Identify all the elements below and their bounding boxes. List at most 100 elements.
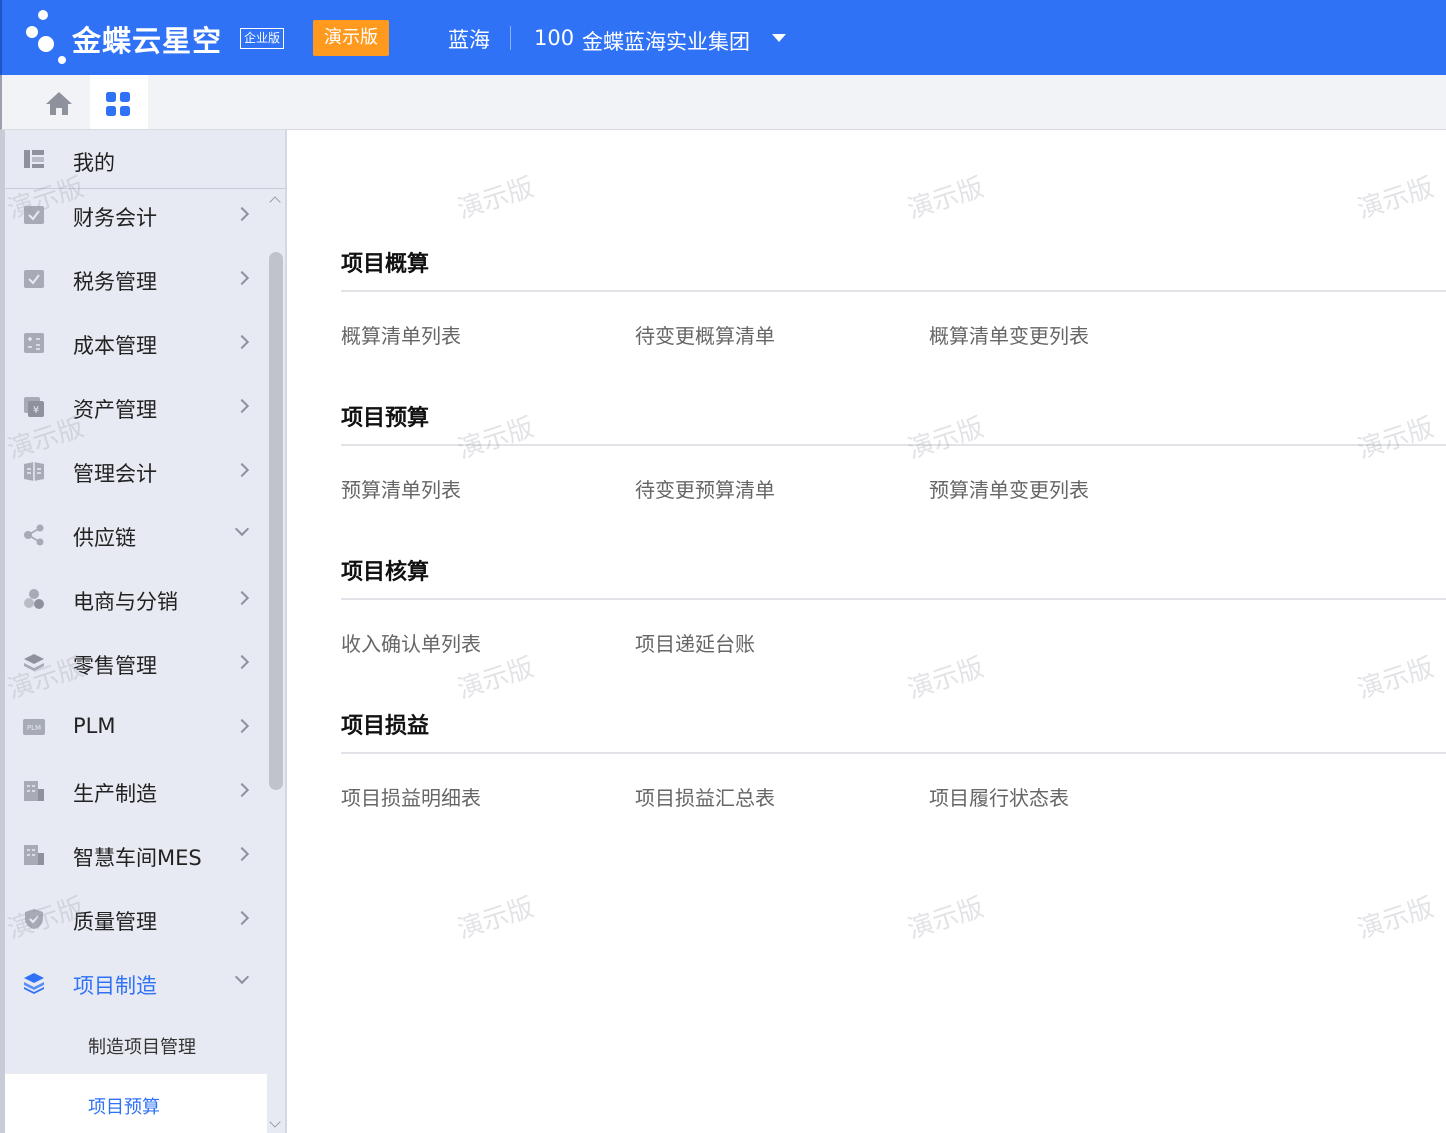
org-id[interactable]: 100: [534, 26, 574, 50]
menu-link[interactable]: 项目损益明细表: [341, 782, 481, 811]
sidebar-item-supply-chain[interactable]: 供应链: [5, 502, 267, 566]
sidebar-item-plm[interactable]: PLM PLM: [5, 694, 267, 758]
sidebar-item-label: 零售管理: [73, 654, 157, 678]
section-title: 项目预算: [341, 406, 430, 431]
sidebar-item-label: 管理会计: [73, 462, 157, 486]
retail-icon: [24, 654, 44, 671]
dashboard-icon: [24, 150, 44, 168]
section-title: 项目核算: [341, 560, 430, 585]
ecommerce-icon: [24, 589, 44, 609]
menu-link[interactable]: 待变更概算清单: [635, 320, 775, 349]
section-divider: [341, 752, 1446, 754]
section-divider: [341, 598, 1446, 600]
org-name[interactable]: 金蝶蓝海实业集团: [582, 26, 750, 56]
menu-link[interactable]: 待变更预算清单: [635, 474, 775, 503]
sidebar-item-asset[interactable]: ¥ 资产管理: [5, 374, 267, 438]
sidebar-item-quality[interactable]: 质量管理: [5, 886, 267, 950]
logo-text: 金蝶云星空: [72, 24, 223, 58]
cost-icon: [24, 333, 44, 353]
chevron-right-icon: [234, 590, 250, 606]
sidebar-subitem-label: 制造项目管理: [88, 1037, 196, 1058]
menu-link[interactable]: 概算清单变更列表: [929, 320, 1089, 349]
chevron-down-icon: [234, 521, 250, 537]
sidebar-subitem-project-budget[interactable]: 项目预算: [5, 1074, 267, 1133]
sidebar-item-ecommerce[interactable]: 电商与分销: [5, 566, 267, 630]
sidebar-item-label: 电商与分销: [73, 590, 178, 614]
section-title: 项目损益: [341, 714, 430, 739]
demo-badge: 演示版: [313, 20, 389, 56]
tax-icon: [24, 270, 44, 288]
header-divider: [510, 26, 511, 50]
menu-link[interactable]: 项目递延台账: [635, 628, 755, 657]
chevron-right-icon: [234, 206, 250, 222]
logo-dot: [58, 56, 66, 64]
chevron-right-icon: [234, 782, 250, 798]
logo-dot: [26, 26, 38, 38]
sidebar-item-label: 项目制造: [73, 974, 157, 998]
mes-icon: [24, 845, 44, 865]
sidebar: 我的 财务会计 税务管理 成本管理 ¥ 资产管理 管理会计 供应链 电商与分销 …: [0, 130, 287, 1133]
sidebar-item-label: 税务管理: [73, 270, 157, 294]
apps-grid-icon: [106, 92, 130, 116]
sidebar-item-label: 财务会计: [73, 206, 157, 230]
kingdee-logo[interactable]: 金蝶云星空 企业版: [24, 6, 294, 70]
menu-link[interactable]: 项目履行状态表: [929, 782, 1069, 811]
project-layers-icon: [24, 973, 44, 994]
tab-strip: [0, 75, 1446, 130]
top-bar: 金蝶云星空 企业版 演示版 蓝海 100 金蝶蓝海实业集团: [0, 0, 1446, 75]
sidebar-item-cost[interactable]: 成本管理: [5, 310, 267, 374]
plm-icon: PLM: [23, 719, 45, 735]
chevron-right-icon: [234, 846, 250, 862]
tab-home[interactable]: [30, 75, 88, 128]
sidebar-item-label: 资产管理: [73, 398, 157, 422]
section-divider: [341, 444, 1446, 446]
sidebar-item-mes[interactable]: 智慧车间MES: [5, 822, 267, 886]
sidebar-item-tax[interactable]: 税务管理: [5, 246, 267, 310]
sidebar-item-project-manufacturing[interactable]: 项目制造: [5, 950, 267, 1014]
chevron-right-icon: [234, 910, 250, 926]
sidebar-subitem-project-management[interactable]: 制造项目管理: [5, 1014, 267, 1074]
menu-link[interactable]: 收入确认单列表: [341, 628, 481, 657]
sidebar-item-manufacturing[interactable]: 生产制造: [5, 758, 267, 822]
sidebar-item-label: PLM: [73, 714, 116, 738]
management-accounting-icon: [24, 462, 44, 481]
main-content: 项目概算 概算清单列表 待变更概算清单 概算清单变更列表 项目预算 预算清单列表…: [287, 130, 1446, 1133]
sidebar-scrollbar-thumb[interactable]: [269, 252, 283, 790]
chevron-right-icon: [234, 654, 250, 670]
sidebar-subitem-label: 项目预算: [88, 1097, 160, 1118]
chevron-down-icon: [234, 969, 250, 985]
menu-link[interactable]: 项目损益汇总表: [635, 782, 775, 811]
manufacturing-icon: [24, 781, 44, 801]
logo-dot: [38, 36, 54, 52]
sidebar-item-management-accounting[interactable]: 管理会计: [5, 438, 267, 502]
chevron-right-icon: [234, 462, 250, 478]
section-divider: [341, 290, 1446, 292]
finance-icon: [24, 206, 44, 224]
sidebar-item-retail[interactable]: 零售管理: [5, 630, 267, 694]
menu-link[interactable]: 预算清单列表: [341, 474, 461, 503]
sidebar-item-finance[interactable]: 财务会计: [5, 182, 267, 246]
edition-badge: 企业版: [240, 28, 285, 49]
chevron-right-icon: [234, 398, 250, 414]
quality-icon: [25, 909, 43, 929]
asset-icon: ¥: [24, 397, 44, 417]
sidebar-item-my[interactable]: 我的: [5, 130, 285, 189]
tab-apps[interactable]: [90, 75, 148, 129]
sidebar-item-label: 质量管理: [73, 910, 157, 934]
user-name[interactable]: 蓝海: [448, 24, 490, 54]
section-title: 项目概算: [341, 252, 430, 277]
caret-down-icon[interactable]: [772, 34, 786, 42]
svg-text:PLM: PLM: [27, 724, 41, 732]
sidebar-item-label: 成本管理: [73, 334, 157, 358]
home-icon: [46, 92, 72, 115]
menu-link[interactable]: 概算清单列表: [341, 320, 461, 349]
logo-dot: [38, 10, 48, 20]
menu-link[interactable]: 预算清单变更列表: [929, 474, 1089, 503]
svg-text:¥: ¥: [33, 405, 39, 416]
sidebar-item-label: 我的: [73, 151, 115, 175]
sidebar-item-label: 智慧车间MES: [73, 846, 202, 870]
chevron-right-icon: [234, 334, 250, 350]
supply-chain-icon: [24, 524, 44, 546]
sidebar-item-label: 供应链: [73, 526, 136, 550]
sidebar-item-label: 生产制造: [73, 782, 157, 806]
